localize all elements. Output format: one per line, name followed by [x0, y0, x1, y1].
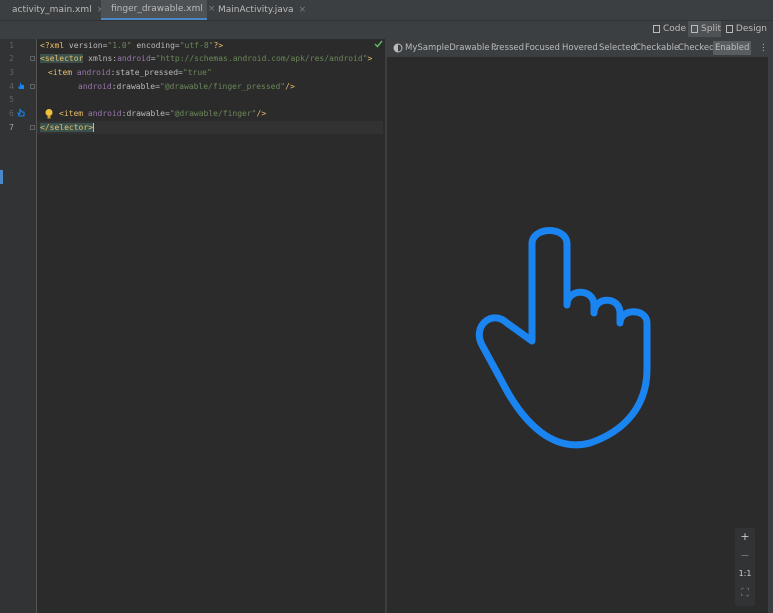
- xml-attr-token: :drawable=: [111, 82, 160, 91]
- finger-outline: [475, 227, 651, 449]
- code-mode-button[interactable]: Code: [650, 21, 686, 37]
- fold-marker-icon[interactable]: [30, 84, 35, 89]
- xml-tag-token: <item: [48, 68, 77, 77]
- xml-attr-token: :state_pressed=: [110, 68, 183, 77]
- state-enabled[interactable]: Enabled: [713, 41, 752, 55]
- split-mode-button[interactable]: Split: [688, 21, 721, 37]
- code-mode-icon: [653, 25, 660, 33]
- state-focused[interactable]: Focused: [525, 41, 560, 55]
- close-icon[interactable]: ×: [299, 5, 307, 15]
- zoom-controls: + − 1:1 ⛶: [735, 528, 755, 606]
- actual-size-button[interactable]: 1:1: [735, 569, 755, 578]
- line-number: 3: [9, 68, 14, 77]
- code-line-3: <item android:state_pressed="true": [48, 68, 212, 77]
- xml-tag-token: selector: [44, 54, 84, 63]
- drawable-selector-icon: [393, 43, 403, 53]
- xml-ns-token: android: [117, 54, 151, 63]
- zoom-out-button[interactable]: −: [735, 549, 755, 562]
- state-checkable[interactable]: Checkable: [635, 41, 679, 55]
- code-line-4: android:drawable="@drawable/finger_press…: [78, 82, 295, 91]
- xml-ns-token: android: [76, 68, 111, 77]
- lightbulb-icon[interactable]: [44, 108, 54, 120]
- left-tool-strip-marker: [0, 170, 3, 184]
- tab-activity-main[interactable]: activity_main.xml ×: [2, 0, 104, 20]
- finger-pressed-gutter-icon[interactable]: [16, 81, 26, 91]
- xml-decl-token: <?xml: [40, 41, 69, 50]
- fit-screen-button[interactable]: ⛶: [735, 586, 755, 600]
- xml-tag-token: />: [285, 82, 295, 91]
- state-checked[interactable]: Checked: [678, 41, 714, 55]
- drawable-dropdown-label: MySampleDrawable: [405, 43, 490, 53]
- line-number: 6: [9, 109, 14, 118]
- line-number: 1: [9, 41, 14, 50]
- xml-decl-token: ?>: [213, 41, 224, 50]
- xml-string-token: "@drawable/finger": [169, 109, 257, 118]
- xml-decl-token: "utf-8": [179, 41, 214, 50]
- xml-decl-token: version: [68, 41, 103, 50]
- tab-label: MainActivity.java: [218, 5, 294, 15]
- code-mode-label: Code: [662, 24, 686, 34]
- xml-attr-token: :drawable=: [121, 109, 170, 118]
- fold-marker-icon[interactable]: [30, 56, 35, 61]
- line-number: 2: [9, 54, 14, 63]
- finger-drawable-preview: [475, 227, 651, 449]
- fold-marker-icon[interactable]: [30, 125, 35, 130]
- design-mode-icon: [726, 25, 733, 33]
- right-tool-strip: [768, 21, 773, 613]
- xml-tag-token: </: [40, 123, 50, 132]
- code-line-7: </selector>: [40, 123, 94, 132]
- drawable-preview-pane: MySampleDrawable ⌄ Pressed Focused Hovere…: [387, 39, 773, 613]
- xml-tag-token: >: [367, 54, 373, 63]
- line-number: 4: [9, 82, 14, 91]
- line-number: 5: [9, 95, 14, 104]
- zoom-in-button[interactable]: +: [735, 530, 755, 543]
- editor-gutter: 1 2 3 4 5 6 7: [0, 39, 37, 613]
- xml-decl-token: "1.0": [107, 41, 132, 50]
- text-cursor: [93, 123, 94, 132]
- split-mode-label: Split: [701, 24, 721, 34]
- code-editor[interactable]: 1 2 3 4 5 6 7 <?xml version="1.0" encodi…: [0, 39, 385, 613]
- state-hovered[interactable]: Hovered: [562, 41, 598, 55]
- xml-string-token: "http://schemas.android.com/apk/res/andr…: [155, 54, 368, 63]
- finger-gutter-icon[interactable]: [16, 108, 26, 118]
- xml-ns-token: android: [87, 109, 122, 118]
- xml-tag-token: selector: [49, 123, 89, 132]
- xml-tag-token: />: [256, 109, 267, 118]
- checkmark-icon: [374, 40, 383, 48]
- code-line-6: <item android:drawable="@drawable/finger…: [59, 109, 266, 118]
- state-pressed[interactable]: Pressed: [491, 41, 524, 55]
- tab-finger-drawable[interactable]: finger_drawable.xml ×: [101, 0, 215, 20]
- code-line-1: <?xml version="1.0" encoding="utf-8"?>: [40, 41, 223, 50]
- xml-decl-token: encoding: [131, 41, 175, 50]
- design-mode-label: Design: [735, 24, 767, 34]
- design-mode-button[interactable]: Design: [723, 21, 767, 37]
- more-options-icon[interactable]: ⋮: [759, 41, 768, 55]
- xml-string-token: "@drawable/finger_pressed": [159, 82, 286, 91]
- tab-main-activity[interactable]: MainActivity.java ×: [208, 0, 307, 20]
- xml-attr-token: xmlns:: [83, 54, 118, 63]
- state-selected[interactable]: Selected: [599, 41, 636, 55]
- line-number: 7: [9, 123, 14, 132]
- xml-ns-token: android: [78, 82, 112, 91]
- drawable-dropdown[interactable]: MySampleDrawable ⌄: [405, 41, 499, 55]
- split-mode-icon: [691, 25, 699, 33]
- tab-label: activity_main.xml: [12, 5, 92, 15]
- code-line-2: <selector xmlns:android="http://schemas.…: [40, 54, 372, 63]
- xml-string-token: "true": [182, 68, 212, 77]
- xml-tag-token: <item: [59, 109, 88, 118]
- tab-label: finger_drawable.xml: [111, 4, 203, 14]
